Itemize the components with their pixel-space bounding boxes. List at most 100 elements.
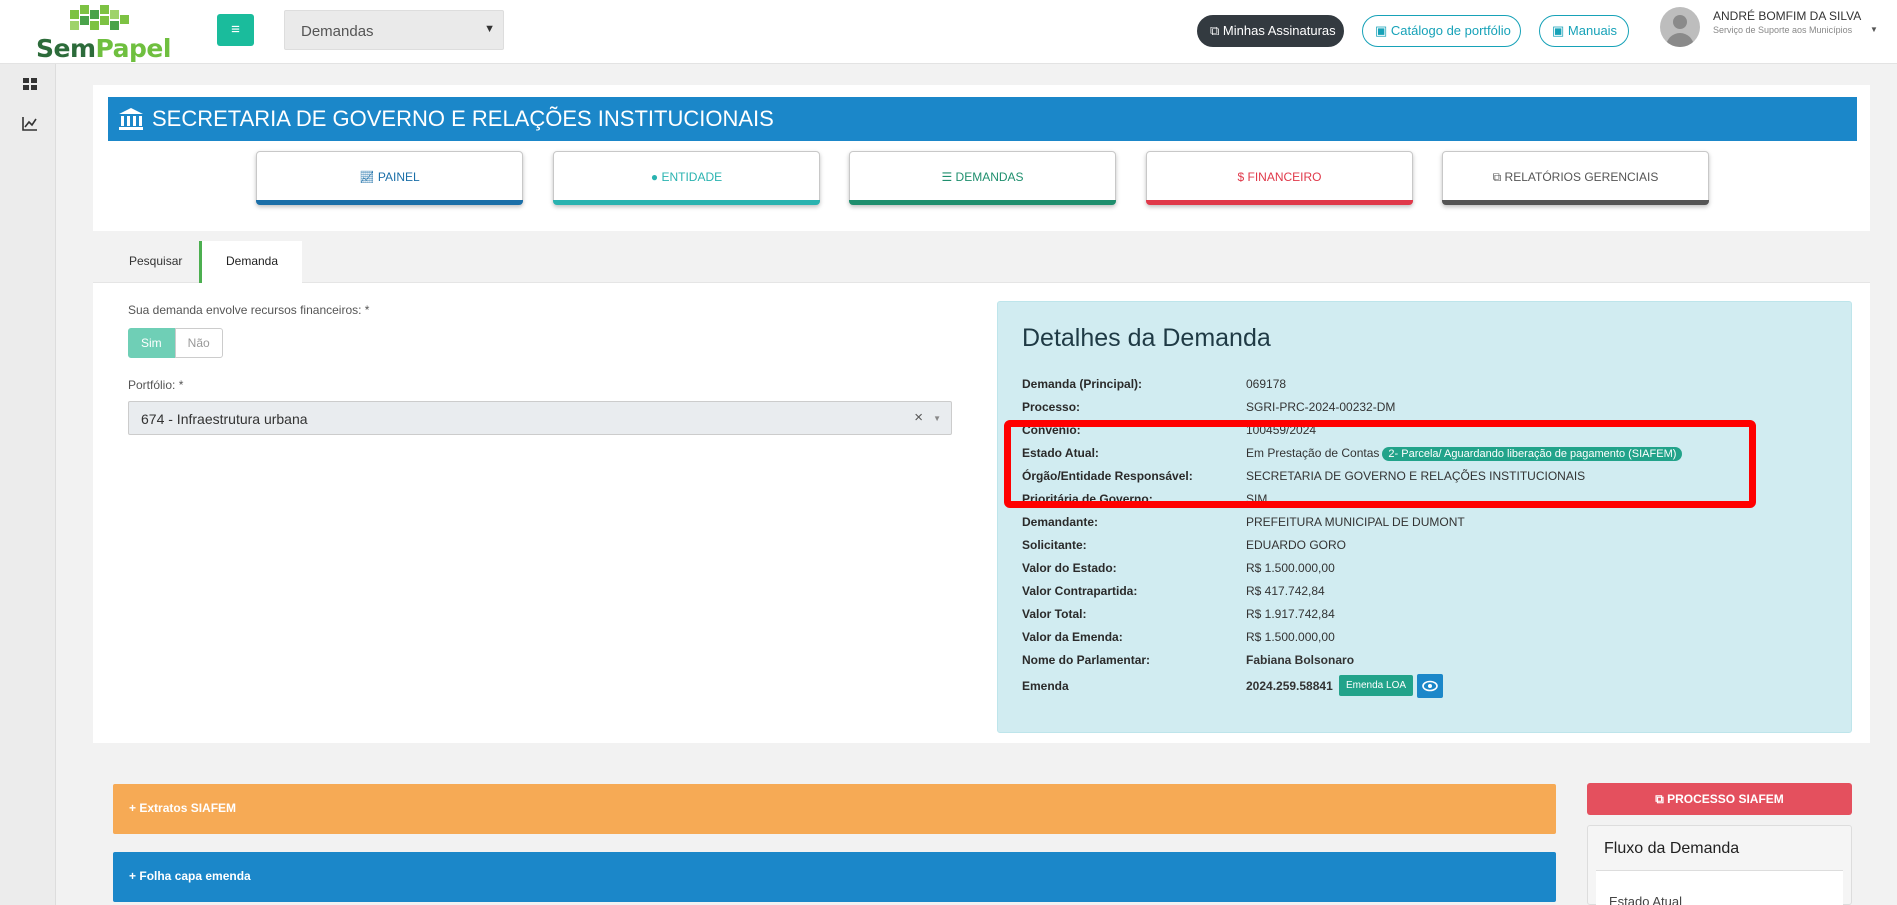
chart-line-icon[interactable] bbox=[22, 116, 38, 132]
nav-painel-button[interactable]: 📈︎ PAINEL bbox=[256, 151, 523, 205]
detail-value: R$ 417.742,84 bbox=[1246, 584, 1325, 598]
detail-label: Valor da Emenda: bbox=[1022, 630, 1123, 644]
processo-siafem-button[interactable]: ⧉ PROCESSO SIAFEM bbox=[1587, 783, 1852, 815]
highlight-box bbox=[1004, 420, 1756, 508]
sempapel-logo[interactable]: SemPapel bbox=[36, 2, 171, 63]
external-link-icon: ⧉ bbox=[1210, 23, 1220, 38]
nav-entidade-label: ENTIDADE bbox=[661, 170, 723, 184]
detail-row: Demanda (Principal): 069178 bbox=[1022, 373, 1842, 396]
detail-value: Fabiana Bolsonaro bbox=[1246, 653, 1355, 667]
folha-label: Folha capa emenda bbox=[139, 869, 251, 883]
emenda-loa-badge: Emenda LOA bbox=[1339, 675, 1414, 696]
view-emenda-button[interactable] bbox=[1417, 674, 1443, 698]
detail-row: Valor do Estado: R$ 1.500.000,00 bbox=[1022, 557, 1842, 580]
catalogo-label: Catálogo de portfólio bbox=[1390, 23, 1511, 38]
chevron-down-icon: ▼ bbox=[484, 23, 495, 35]
nav-relatorios-label: RELATÓRIOS GERENCIAIS bbox=[1504, 170, 1659, 184]
sidebar bbox=[0, 64, 56, 905]
portfolio-value: 674 - Infraestrutura urbana bbox=[141, 411, 308, 427]
detail-label: Processo: bbox=[1022, 400, 1081, 414]
user-role: Serviço de Suporte aos Municípios bbox=[1713, 25, 1853, 35]
eye-icon bbox=[1422, 680, 1438, 692]
extratos-label: Extratos SIAFEM bbox=[139, 801, 237, 815]
detail-value: PREFEITURA MUNICIPAL DE DUMONT bbox=[1246, 515, 1465, 529]
detail-value: SGRI-PRC-2024-00232-DM bbox=[1246, 400, 1396, 414]
plus-icon: + bbox=[129, 869, 137, 883]
detalhes-demanda-panel: Detalhes da Demanda Demanda (Principal):… bbox=[997, 301, 1852, 733]
nav-financeiro-label: $ FINANCEIRO bbox=[1237, 170, 1322, 184]
logo-pixels-icon bbox=[68, 2, 129, 32]
nav-financeiro-button[interactable]: $ FINANCEIRO bbox=[1146, 151, 1413, 205]
tab-pesquisar[interactable]: Pesquisar bbox=[113, 241, 198, 283]
fluxo-demanda-panel: Fluxo da Demanda Estado Atual bbox=[1587, 825, 1852, 905]
clear-icon[interactable]: × bbox=[914, 409, 923, 426]
archive-icon: ▣ bbox=[1375, 23, 1388, 38]
bank-icon bbox=[119, 108, 143, 130]
user-menu-caret-icon[interactable]: ▼ bbox=[1870, 25, 1878, 34]
nav-painel-label: PAINEL bbox=[377, 170, 420, 184]
nao-option[interactable]: Não bbox=[174, 328, 223, 358]
detail-value: 2024.259.58841 bbox=[1246, 679, 1333, 693]
detail-label: Solicitante: bbox=[1022, 538, 1087, 552]
portfolio-select[interactable]: 674 - Infraestrutura urbana × ▼ bbox=[128, 401, 952, 435]
detail-label: Nome do Parlamentar: bbox=[1022, 653, 1151, 667]
tab-demanda[interactable]: Demanda bbox=[199, 241, 302, 283]
detail-label: Demandante: bbox=[1022, 515, 1099, 529]
detail-row: Processo: SGRI-PRC-2024-00232-DM bbox=[1022, 396, 1842, 419]
detail-value: EDUARDO GORO bbox=[1246, 538, 1347, 552]
detail-row: Valor Total: R$ 1.917.742,84 bbox=[1022, 603, 1842, 626]
processo-siafem-label: PROCESSO SIAFEM bbox=[1667, 792, 1784, 806]
hamburger-icon: ≡ bbox=[231, 21, 240, 38]
detail-row-emenda: Emenda 2024.259.58841 Emenda LOA bbox=[1022, 674, 1842, 698]
menu-toggle-button[interactable]: ≡ bbox=[217, 14, 254, 46]
detail-value: R$ 1.500.000,00 bbox=[1246, 561, 1335, 575]
detail-value: 069178 bbox=[1246, 377, 1287, 391]
estado-atual-label: Estado Atual bbox=[1609, 894, 1682, 905]
recursos-question-label: Sua demanda envolve recursos financeiros… bbox=[128, 303, 370, 317]
module-select[interactable]: Demandas ▼ bbox=[284, 10, 504, 50]
detail-label: Demanda (Principal): bbox=[1022, 377, 1143, 391]
archive-icon: ▣ bbox=[1552, 23, 1565, 38]
folha-capa-accordion[interactable]: + Folha capa emenda bbox=[113, 852, 1556, 902]
chevron-down-icon[interactable]: ▼ bbox=[933, 414, 941, 423]
plus-icon: + bbox=[129, 801, 137, 815]
detail-label: Valor do Estado: bbox=[1022, 561, 1117, 575]
list-icon: ☰ bbox=[941, 170, 953, 184]
detail-row: Valor Contrapartida: R$ 417.742,84 bbox=[1022, 580, 1842, 603]
detail-label: Valor Contrapartida: bbox=[1022, 584, 1138, 598]
user-icon: ● bbox=[650, 170, 659, 184]
nav-entidade-button[interactable]: ● ENTIDADE bbox=[553, 151, 820, 205]
chart-line-icon: 📈︎ bbox=[359, 170, 375, 184]
tab-bar: Pesquisar Demanda bbox=[93, 241, 1870, 283]
catalogo-portfolio-button[interactable]: ▣ Catálogo de portfólio bbox=[1362, 15, 1521, 47]
nav-demandas-label: DEMANDAS bbox=[955, 170, 1024, 184]
detail-value: R$ 1.500.000,00 bbox=[1246, 630, 1335, 644]
manuais-label: Manuais bbox=[1567, 23, 1618, 38]
detail-row: Demandante: PREFEITURA MUNICIPAL DE DUMO… bbox=[1022, 511, 1842, 534]
nav-relatorios-button[interactable]: ⧉ RELATÓRIOS GERENCIAIS bbox=[1442, 151, 1709, 205]
user-name[interactable]: ANDRÉ BOMFIM DA SILVA bbox=[1713, 9, 1861, 23]
recursos-toggle: Sim Não bbox=[128, 328, 223, 358]
top-bar: SemPapel ≡ Demandas ▼ ⧉ Minhas Assinatur… bbox=[0, 0, 1897, 64]
banner-title: SECRETARIA DE GOVERNO E RELAÇÕES INSTITU… bbox=[152, 106, 774, 131]
detail-row: Nome do Parlamentar: Fabiana Bolsonaro bbox=[1022, 649, 1842, 672]
minhas-assinaturas-label: Minhas Assinaturas bbox=[1222, 23, 1336, 38]
dashboard-grid-icon[interactable] bbox=[22, 76, 38, 92]
secretaria-banner: SECRETARIA DE GOVERNO E RELAÇÕES INSTITU… bbox=[108, 97, 1857, 141]
sim-option[interactable]: Sim bbox=[128, 328, 175, 358]
avatar[interactable] bbox=[1660, 7, 1700, 47]
fluxo-title: Fluxo da Demanda bbox=[1604, 840, 1740, 857]
extratos-siafem-accordion[interactable]: + Extratos SIAFEM bbox=[113, 784, 1556, 834]
logo-text: SemPapel bbox=[36, 34, 171, 63]
detail-row: Valor da Emenda: R$ 1.500.000,00 bbox=[1022, 626, 1842, 649]
copy-icon: ⧉ bbox=[1492, 170, 1502, 184]
detail-label: Valor Total: bbox=[1022, 607, 1087, 621]
manuais-button[interactable]: ▣ Manuais bbox=[1539, 15, 1629, 47]
detalhes-title: Detalhes da Demanda bbox=[1022, 324, 1271, 352]
detail-label: Emenda bbox=[1022, 679, 1069, 693]
detail-value: R$ 1.917.742,84 bbox=[1246, 607, 1335, 621]
minhas-assinaturas-button[interactable]: ⧉ Minhas Assinaturas bbox=[1197, 15, 1344, 47]
nav-demandas-button[interactable]: ☰ DEMANDAS bbox=[849, 151, 1116, 205]
detail-row: Solicitante: EDUARDO GORO bbox=[1022, 534, 1842, 557]
portfolio-label: Portfólio: * bbox=[128, 378, 184, 392]
